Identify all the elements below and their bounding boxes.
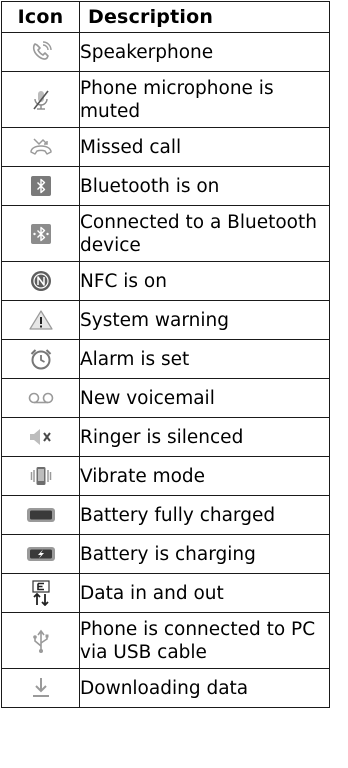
table-row: Battery is charging [1, 534, 330, 574]
ringer-silenced-icon [1, 417, 80, 457]
battery-full-icon [1, 495, 80, 535]
row-description: Ringer is silenced [79, 417, 330, 457]
icon-column-header: Icon [1, 1, 80, 33]
row-description: Vibrate mode [79, 456, 330, 496]
row-description: NFC is on [79, 261, 330, 301]
row-description: Speakerphone [79, 32, 330, 72]
table-row: Downloading data [1, 668, 330, 708]
speakerphone-icon [1, 32, 80, 72]
nfc-icon [1, 261, 80, 301]
usb-icon [1, 612, 80, 669]
row-description: Battery is charging [79, 534, 330, 574]
table-row: Bluetooth is on [1, 166, 330, 206]
table-row: Data in and out [1, 573, 330, 613]
table-row: Connected to a Bluetooth device [1, 205, 330, 262]
row-description: Connected to a Bluetooth device [79, 205, 330, 262]
row-description: Data in and out [79, 573, 330, 613]
row-description: Bluetooth is on [79, 166, 330, 206]
table-row: Phone microphone is muted [1, 71, 330, 128]
table-row: System warning [1, 300, 330, 340]
bluetooth-connected-icon [1, 205, 80, 262]
battery-charging-icon [1, 534, 80, 574]
warning-icon [1, 300, 80, 340]
table-row: Vibrate mode [1, 456, 330, 496]
bluetooth-icon [1, 166, 80, 206]
row-description: Phone is connected to PC via USB cable [79, 612, 330, 669]
row-description: Phone microphone is muted [79, 71, 330, 128]
table-row: Alarm is set [1, 339, 330, 379]
download-icon [1, 668, 80, 708]
row-description: Alarm is set [79, 339, 330, 379]
status-icons-table: Icon Description Speakerphone Phone micr… [1, 1, 330, 708]
data-in-out-icon [1, 573, 80, 613]
row-description: New voicemail [79, 378, 330, 418]
row-description: System warning [79, 300, 330, 340]
table-row: Missed call [1, 127, 330, 167]
table-row: Battery fully charged [1, 495, 330, 535]
microphone-muted-icon [1, 71, 80, 128]
table-header-row: Icon Description [1, 1, 330, 33]
table-row: Speakerphone [1, 32, 330, 72]
table-row: Ringer is silenced [1, 417, 330, 457]
row-description: Downloading data [79, 668, 330, 708]
description-column-header: Description [79, 1, 330, 33]
table-row: NFC is on [1, 261, 330, 301]
alarm-icon [1, 339, 80, 379]
table-row: New voicemail [1, 378, 330, 418]
table-row: Phone is connected to PC via USB cable [1, 612, 330, 669]
row-description: Missed call [79, 127, 330, 167]
voicemail-icon [1, 378, 80, 418]
row-description: Battery fully charged [79, 495, 330, 535]
vibrate-icon [1, 456, 80, 496]
missed-call-icon [1, 127, 80, 167]
